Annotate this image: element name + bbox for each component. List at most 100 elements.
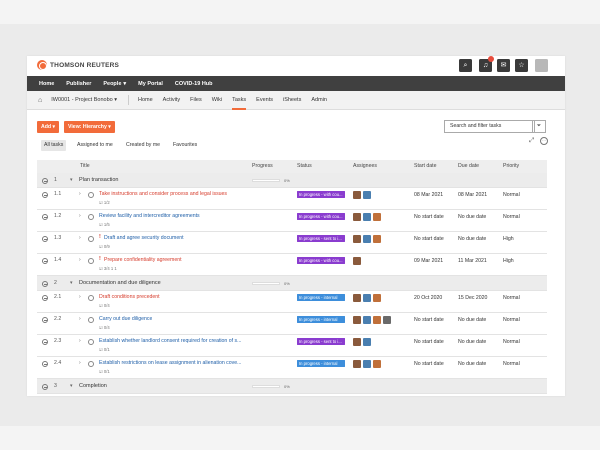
task-title[interactable]: Draft and agree security document — [104, 235, 184, 241]
table-row[interactable]: 1.4 ›! Prepare confidentiality agreement ☑ … — [37, 254, 547, 276]
tab-home[interactable]: Home — [138, 91, 153, 110]
expand-icon[interactable]: ⤢ — [529, 137, 534, 145]
col-status[interactable]: Status — [297, 160, 312, 173]
assignee-avatar[interactable] — [363, 191, 371, 199]
collapse-icon[interactable] — [42, 384, 48, 390]
add-button[interactable]: Add ▾ — [37, 121, 60, 133]
table-row[interactable]: 2.2 › Carry out due diligence ☑ 0/4 In progr… — [37, 313, 547, 335]
assignee-avatar[interactable] — [363, 338, 371, 346]
collapse-icon[interactable] — [42, 258, 48, 264]
complete-checkbox[interactable] — [88, 214, 94, 220]
collapse-icon[interactable] — [42, 214, 48, 220]
assignee-avatar[interactable] — [353, 360, 361, 368]
complete-checkbox[interactable] — [88, 317, 94, 323]
task-group-row[interactable]: 2 ▾ Documentation and due diligence 0% — [37, 276, 547, 291]
filter-tab-favourites[interactable]: Favourites — [170, 140, 200, 151]
chevron-right-icon[interactable]: › — [79, 235, 81, 241]
filter-tab-all[interactable]: All tasks — [41, 140, 67, 151]
task-title[interactable]: Establish whether landlord consent requi… — [99, 338, 241, 344]
chevron-down-icon[interactable]: ▾ — [70, 177, 73, 183]
collapse-icon[interactable] — [42, 281, 48, 287]
table-row[interactable]: 2.4 › Establish restrictions on lease assi… — [37, 357, 547, 379]
status-badge[interactable]: In progress - with cou... — [297, 191, 345, 198]
task-title[interactable]: Prepare confidentiality agreement — [104, 257, 182, 263]
assignee-avatar[interactable] — [373, 213, 381, 221]
tab-tasks[interactable]: Tasks — [232, 91, 247, 110]
project-selector[interactable]: IW0001 - Project Bonobo ▾ — [51, 97, 117, 103]
table-row[interactable]: 1.3 ›! Draft and agree security document ☑ … — [37, 232, 547, 254]
task-title[interactable]: Carry out due diligence — [99, 316, 152, 322]
col-progress[interactable]: Progress — [252, 160, 273, 173]
assignee-avatar[interactable] — [353, 235, 361, 243]
task-title[interactable]: Take instructions and consider process a… — [99, 191, 227, 197]
filter-tab-created[interactable]: Created by me — [123, 140, 163, 151]
complete-checkbox[interactable] — [88, 258, 94, 264]
collapse-icon[interactable] — [42, 317, 48, 323]
task-title[interactable]: Review facility and intercreditor agreem… — [99, 213, 200, 219]
col-title[interactable]: Title — [80, 160, 90, 173]
chevron-down-icon[interactable]: ▾ — [70, 280, 73, 286]
filter-tab-assigned[interactable]: Assigned to me — [74, 140, 116, 151]
status-badge[interactable]: In progress - internal — [297, 294, 345, 301]
tab-events[interactable]: Events — [256, 91, 273, 110]
status-badge[interactable]: In progress - sent to i... — [297, 235, 345, 242]
chevron-right-icon[interactable]: › — [79, 338, 81, 344]
collapse-icon[interactable] — [42, 361, 48, 367]
topnav-item-home[interactable]: Home — [39, 81, 54, 87]
complete-checkbox[interactable] — [88, 339, 94, 345]
user-avatar[interactable] — [535, 59, 548, 72]
assignee-avatar[interactable] — [363, 213, 371, 221]
topnav-item-publisher[interactable]: Publisher — [66, 81, 91, 87]
task-title[interactable]: Establish restrictions on lease assignme… — [99, 360, 241, 366]
table-row[interactable]: 2.1 › Draft conditions precedent ☑ 0/4 In pr… — [37, 291, 547, 313]
assignee-avatar[interactable] — [363, 316, 371, 324]
col-due-date[interactable]: Due date — [458, 160, 479, 173]
task-title[interactable]: Draft conditions precedent — [99, 294, 160, 300]
topnav-item-covid-hub[interactable]: COVID-19 Hub — [175, 81, 213, 87]
col-start-date[interactable]: Start date — [414, 160, 437, 173]
tab-activity[interactable]: Activity — [163, 91, 180, 110]
complete-checkbox[interactable] — [88, 192, 94, 198]
collapse-icon[interactable] — [42, 339, 48, 345]
status-badge[interactable]: In progress - internal — [297, 360, 345, 367]
tab-wiki[interactable]: Wiki — [212, 91, 222, 110]
filter-icon[interactable]: ⏷ — [532, 120, 546, 133]
assignee-avatar[interactable] — [353, 338, 361, 346]
star-icon[interactable]: ☆ — [515, 59, 528, 72]
chevron-right-icon[interactable]: › — [79, 213, 81, 219]
collapse-icon[interactable] — [42, 236, 48, 242]
status-badge[interactable]: In progress - sent to i... — [297, 338, 345, 345]
task-group-row[interactable]: 3 ▾ Completion 0% — [37, 379, 547, 394]
assignee-avatar[interactable] — [353, 191, 361, 199]
chevron-right-icon[interactable]: › — [79, 294, 81, 300]
assignee-avatar[interactable] — [353, 213, 361, 221]
chevron-right-icon[interactable]: › — [79, 257, 81, 263]
complete-checkbox[interactable] — [88, 361, 94, 367]
topnav-item-my-portal[interactable]: My Portal — [138, 81, 163, 87]
chevron-right-icon[interactable]: › — [79, 316, 81, 322]
status-badge[interactable]: In progress - internal — [297, 316, 345, 323]
assignee-avatar[interactable] — [363, 235, 371, 243]
more-options-icon[interactable]: ··· — [540, 137, 548, 145]
chevron-down-icon[interactable]: ▾ — [70, 383, 73, 389]
assignee-avatar[interactable] — [363, 294, 371, 302]
collapse-icon[interactable] — [42, 192, 48, 198]
bell-icon[interactable]: ♫ — [479, 56, 494, 72]
assignee-avatar[interactable] — [373, 235, 381, 243]
view-button[interactable]: View: Hierarchy ▾ — [64, 121, 115, 133]
chevron-right-icon[interactable]: › — [79, 191, 81, 197]
complete-checkbox[interactable] — [88, 295, 94, 301]
tab-admin[interactable]: Admin — [311, 91, 327, 110]
topnav-item-people[interactable]: People ▾ — [103, 81, 126, 87]
tab-isheets[interactable]: iSheets — [283, 91, 301, 110]
col-priority[interactable]: Priority — [503, 160, 519, 173]
collapse-icon[interactable] — [42, 295, 48, 301]
assignee-avatar[interactable] — [373, 316, 381, 324]
mail-icon[interactable]: ✉ — [497, 59, 510, 72]
table-row[interactable]: 1.1 › Take instructions and consider proce… — [37, 188, 547, 210]
search-input[interactable]: Search and filter tasks — [444, 120, 535, 133]
chevron-right-icon[interactable]: › — [79, 360, 81, 366]
search-icon[interactable]: ⌕ — [459, 59, 472, 72]
assignee-avatar[interactable] — [383, 316, 391, 324]
assignee-avatar[interactable] — [353, 316, 361, 324]
